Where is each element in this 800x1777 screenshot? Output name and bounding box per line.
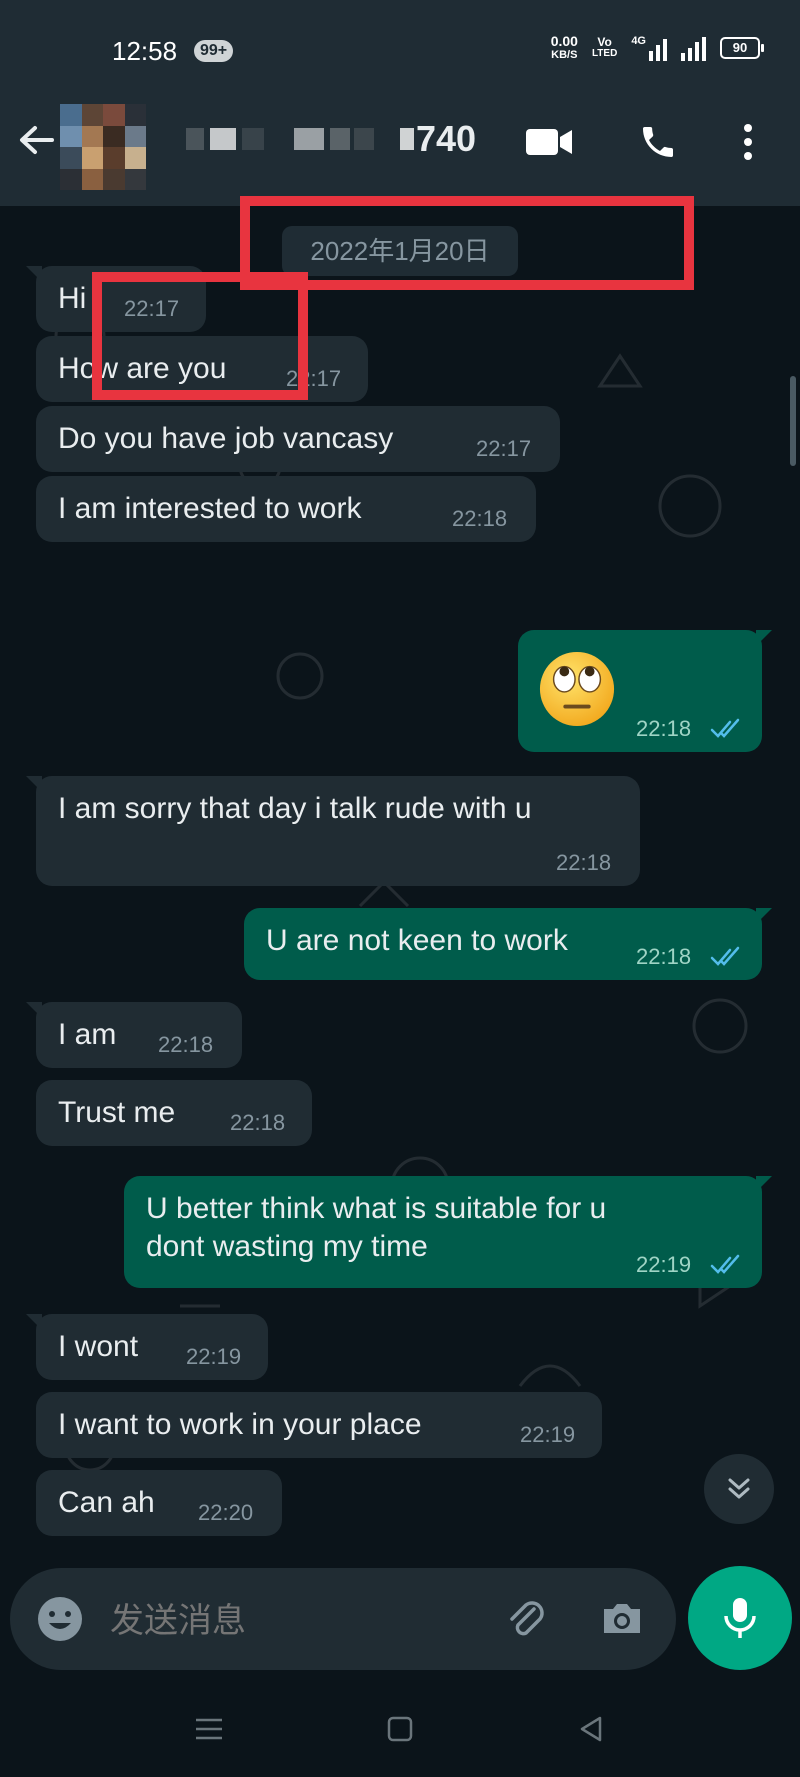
network-speed-value: 0.00 — [550, 33, 578, 49]
volte-icon: Vo LTED — [592, 36, 617, 60]
contact-name-text: 740 — [416, 118, 477, 159]
read-receipt-icon — [710, 1254, 740, 1274]
notification-count-badge: 99+ — [194, 40, 234, 62]
volte-bottom: LTED — [591, 48, 618, 59]
message-text: I am — [58, 1018, 117, 1051]
scrollbar[interactable] — [790, 376, 796, 466]
status-icons: 0.00 KB/S Vo LTED 4G 90 — [551, 34, 764, 62]
message-text: Do you have job vancasy — [58, 422, 394, 455]
message-input[interactable] — [108, 1594, 492, 1648]
message-text: I want to work in your place — [58, 1408, 422, 1441]
face-with-rolling-eyes-icon — [539, 651, 615, 727]
recents-menu-icon[interactable] — [184, 1704, 234, 1754]
bubble-tail — [26, 1314, 42, 1330]
status-time: 12:58 — [112, 36, 178, 66]
microphone-icon — [724, 1598, 756, 1638]
message-text: I am sorry that day i talk rude with u — [58, 792, 532, 825]
message-text-line2: dont wasting my time — [146, 1230, 428, 1263]
message-time: 22:20 — [198, 1500, 254, 1525]
message-bubble-incoming[interactable]: Can ah 22:20 — [36, 1470, 282, 1536]
message-text: Hi — [58, 282, 87, 315]
voice-message-button[interactable] — [688, 1566, 792, 1670]
home-square-icon[interactable] — [375, 1704, 425, 1754]
phone-icon[interactable] — [632, 116, 684, 168]
message-time: 22:19 — [636, 1252, 692, 1277]
message-text: Can ah — [58, 1486, 155, 1519]
avatar[interactable] — [60, 104, 146, 190]
message-time: 22:18 — [230, 1110, 286, 1135]
message-bubble-incoming[interactable]: I want to work in your place 22:19 — [36, 1392, 602, 1458]
signal-4g-icon: 4G — [631, 35, 667, 61]
message-bubble-incoming[interactable]: I am 22:18 — [26, 1002, 242, 1068]
message-text-line1: U better think what is suitable for u — [146, 1192, 607, 1225]
message-bubble-incoming[interactable]: Do you have job vancasy 22:17 — [36, 406, 560, 472]
message-text: I wont — [58, 1330, 139, 1363]
network-type: 4G — [631, 35, 646, 47]
paperclip-icon — [510, 1601, 544, 1636]
message-text: U are not keen to work — [266, 924, 568, 957]
message-time: 22:19 — [520, 1422, 576, 1447]
status-bar: 12:58 99+ 0.00 KB/S Vo LTED 4G 90 — [0, 0, 800, 100]
message-text: I am interested to work — [58, 492, 362, 525]
bubble-tail — [26, 776, 42, 792]
network-speed-unit: KB/S — [551, 49, 578, 61]
message-bubble-incoming[interactable]: I am interested to work 22:18 — [36, 476, 536, 542]
contact-name[interactable]: 740 — [186, 118, 496, 162]
message-bubble-incoming[interactable]: I wont 22:19 — [26, 1314, 268, 1380]
bubble-tail — [756, 908, 772, 924]
message-bubble-incoming[interactable]: I am sorry that day i talk rude with u 2… — [26, 776, 640, 886]
bubble-tail — [756, 630, 772, 646]
smiley-icon — [38, 1597, 82, 1641]
message-bubble-incoming[interactable]: Trust me 22:18 — [36, 1080, 312, 1146]
message-time: 22:18 — [636, 944, 692, 969]
back-triangle-icon[interactable] — [566, 1704, 616, 1754]
emoji-button[interactable] — [34, 1593, 86, 1645]
message-time: 22:17 — [476, 436, 532, 461]
message-bubble-outgoing[interactable]: U better think what is suitable for u do… — [124, 1176, 772, 1288]
video-call-icon[interactable] — [524, 116, 576, 168]
signal-strength-icon — [681, 35, 706, 61]
camera-button[interactable] — [596, 1593, 648, 1645]
bubble-tail — [756, 1176, 772, 1192]
message-time: 22:18 — [636, 716, 692, 741]
read-receipt-icon — [710, 718, 740, 738]
more-vert-icon[interactable] — [722, 116, 774, 168]
double-chevron-down-icon — [728, 1478, 750, 1499]
message-time: 22:18 — [452, 506, 508, 531]
message-composer — [10, 1568, 676, 1670]
bubble-tail — [26, 266, 42, 282]
red-highlight-box-time — [92, 272, 308, 400]
message-time: 22:19 — [186, 1344, 242, 1369]
message-list[interactable]: 2022年1月20日 Hi 22:17 How are you 22:17 Do… — [0, 206, 800, 1566]
message-time: 22:18 — [556, 850, 612, 875]
message-text: Trust me — [58, 1096, 176, 1129]
read-receipt-icon — [710, 946, 740, 966]
camera-icon — [604, 1604, 640, 1633]
red-highlight-box-date — [240, 196, 694, 290]
battery-icon: 90 — [720, 37, 764, 59]
message-bubble-outgoing[interactable]: 22:18 — [518, 630, 772, 752]
message-time: 22:18 — [158, 1032, 214, 1057]
scroll-to-bottom-button[interactable] — [704, 1454, 774, 1524]
network-speed: 0.00 KB/S — [551, 34, 578, 62]
attach-button[interactable] — [500, 1593, 552, 1645]
system-navigation-bar — [0, 1680, 800, 1777]
message-bubble-outgoing[interactable]: U are not keen to work 22:18 — [244, 908, 772, 980]
volte-top: Vo — [597, 35, 612, 49]
back-arrow-icon[interactable] — [16, 120, 56, 160]
bubble-tail — [26, 1002, 42, 1018]
